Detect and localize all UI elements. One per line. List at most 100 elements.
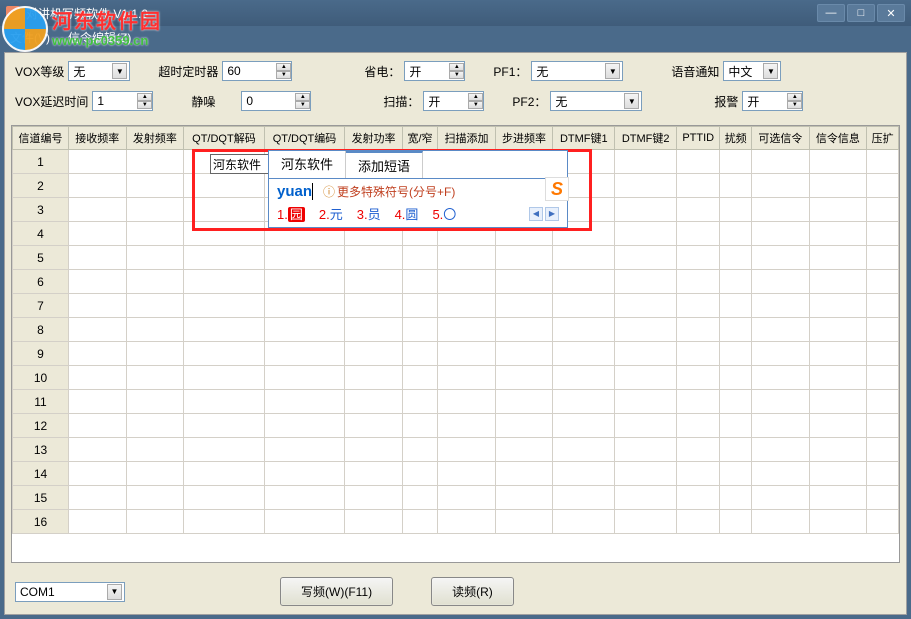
- powersave-spinner[interactable]: 开 ▲▼: [404, 61, 465, 81]
- table-cell[interactable]: [69, 318, 127, 342]
- table-cell[interactable]: [438, 438, 496, 462]
- table-cell[interactable]: [438, 270, 496, 294]
- table-cell[interactable]: [615, 366, 677, 390]
- table-cell[interactable]: [677, 222, 720, 246]
- table-cell[interactable]: [345, 366, 403, 390]
- table-cell[interactable]: [126, 366, 184, 390]
- table-cell[interactable]: [264, 270, 345, 294]
- table-cell[interactable]: [752, 414, 810, 438]
- table-cell[interactable]: [402, 246, 437, 270]
- table-row[interactable]: 6: [13, 270, 899, 294]
- table-cell[interactable]: [867, 150, 899, 174]
- table-cell[interactable]: [126, 510, 184, 534]
- table-cell[interactable]: [720, 318, 752, 342]
- squelch-spinner[interactable]: 0 ▲▼: [241, 91, 311, 111]
- table-cell[interactable]: [69, 294, 127, 318]
- table-cell[interactable]: [69, 246, 127, 270]
- table-cell[interactable]: [553, 246, 615, 270]
- table-cell[interactable]: [402, 510, 437, 534]
- table-cell[interactable]: [345, 414, 403, 438]
- table-cell[interactable]: [752, 270, 810, 294]
- table-cell[interactable]: [126, 222, 184, 246]
- table-row[interactable]: 16: [13, 510, 899, 534]
- table-cell[interactable]: [495, 342, 553, 366]
- table-cell[interactable]: [615, 198, 677, 222]
- table-cell[interactable]: [438, 366, 496, 390]
- table-row[interactable]: 8: [13, 318, 899, 342]
- table-cell[interactable]: [126, 270, 184, 294]
- table-cell[interactable]: [752, 222, 810, 246]
- table-cell[interactable]: [752, 198, 810, 222]
- table-cell[interactable]: [809, 294, 867, 318]
- table-cell[interactable]: [677, 462, 720, 486]
- table-cell[interactable]: [402, 390, 437, 414]
- table-row[interactable]: 13: [13, 438, 899, 462]
- vox-delay-spinner[interactable]: 1 ▲▼: [92, 91, 153, 111]
- table-cell[interactable]: [867, 174, 899, 198]
- table-cell[interactable]: [184, 438, 265, 462]
- ime-candidates[interactable]: 1.园2.元3.员4.圆5.〇◀▶: [277, 204, 559, 223]
- table-cell[interactable]: [553, 318, 615, 342]
- table-cell[interactable]: [809, 414, 867, 438]
- ime-prev-icon[interactable]: ◀: [529, 207, 543, 221]
- table-cell[interactable]: [677, 414, 720, 438]
- table-cell[interactable]: [438, 294, 496, 318]
- table-cell[interactable]: [264, 510, 345, 534]
- column-header[interactable]: 压扩: [867, 127, 899, 150]
- column-header[interactable]: DTMF键1: [553, 127, 615, 150]
- table-cell[interactable]: [264, 438, 345, 462]
- table-cell[interactable]: [345, 294, 403, 318]
- table-cell[interactable]: [867, 486, 899, 510]
- column-header[interactable]: 信道编号: [13, 127, 69, 150]
- table-cell[interactable]: [553, 294, 615, 318]
- table-cell[interactable]: [809, 462, 867, 486]
- table-cell[interactable]: [809, 510, 867, 534]
- table-cell[interactable]: [402, 366, 437, 390]
- maximize-button[interactable]: □: [847, 4, 875, 22]
- table-cell[interactable]: [345, 270, 403, 294]
- table-cell[interactable]: [867, 198, 899, 222]
- table-cell[interactable]: [184, 318, 265, 342]
- table-cell[interactable]: [677, 342, 720, 366]
- pf1-select[interactable]: 无 ▼: [531, 61, 623, 81]
- table-cell[interactable]: [264, 246, 345, 270]
- table-cell[interactable]: [495, 246, 553, 270]
- table-cell[interactable]: [809, 318, 867, 342]
- ime-tab-1[interactable]: 河东软件: [269, 151, 346, 178]
- table-cell[interactable]: [495, 318, 553, 342]
- column-header[interactable]: 信令信息: [809, 127, 867, 150]
- table-cell[interactable]: [264, 318, 345, 342]
- ime-candidate[interactable]: 3.员: [357, 204, 381, 223]
- table-cell[interactable]: [752, 318, 810, 342]
- table-cell[interactable]: [677, 318, 720, 342]
- table-cell[interactable]: [615, 294, 677, 318]
- table-cell[interactable]: [495, 510, 553, 534]
- table-cell[interactable]: [615, 414, 677, 438]
- minimize-button[interactable]: —: [817, 4, 845, 22]
- table-cell[interactable]: [184, 414, 265, 438]
- table-cell[interactable]: [615, 438, 677, 462]
- column-header[interactable]: PTTID: [677, 127, 720, 150]
- table-cell[interactable]: [677, 174, 720, 198]
- table-cell[interactable]: [438, 342, 496, 366]
- table-row[interactable]: 12: [13, 414, 899, 438]
- table-cell[interactable]: [264, 462, 345, 486]
- table-cell[interactable]: [720, 390, 752, 414]
- menu-edit[interactable]: 信令编辑(Z): [68, 29, 131, 46]
- table-cell[interactable]: [867, 390, 899, 414]
- ime-candidate[interactable]: 4.圆: [395, 204, 419, 223]
- table-cell[interactable]: [615, 342, 677, 366]
- table-cell[interactable]: [553, 390, 615, 414]
- table-cell[interactable]: [809, 150, 867, 174]
- table-cell[interactable]: [677, 198, 720, 222]
- table-cell[interactable]: [809, 390, 867, 414]
- table-cell[interactable]: [402, 486, 437, 510]
- table-cell[interactable]: [677, 366, 720, 390]
- table-cell[interactable]: [126, 150, 184, 174]
- table-cell[interactable]: [720, 294, 752, 318]
- column-header[interactable]: 可选信令: [752, 127, 810, 150]
- table-cell[interactable]: [184, 366, 265, 390]
- voice-select[interactable]: 中文 ▼: [723, 61, 781, 81]
- table-cell[interactable]: [867, 414, 899, 438]
- table-cell[interactable]: [69, 414, 127, 438]
